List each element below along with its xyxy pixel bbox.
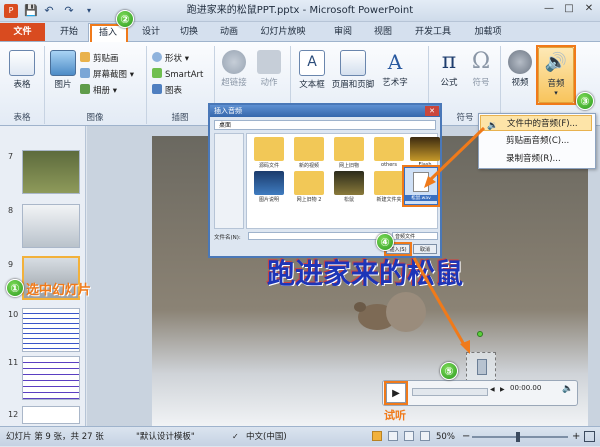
callout-arrows [412,126,486,354]
arrow-menu-to-file [428,126,486,182]
zoom-level[interactable]: 50% [436,427,455,447]
theme-status[interactable]: "默认设计模板" [136,427,195,447]
language-status[interactable]: 中文(中国) [246,427,287,447]
status-bar: 幻灯片 第 9 张，共 27 张 "默认设计模板" ✓ 中文(中国) 50% −… [0,426,600,446]
step-2-badge: ② [116,10,134,28]
slide-count-status: 幻灯片 第 9 张，共 27 张 [6,432,104,442]
step-3-badge: ③ [576,92,594,110]
reading-view-icon[interactable] [404,431,414,441]
zoom-out-icon[interactable]: − [462,427,470,447]
step-1-badge: ① [6,279,24,297]
select-slide-caption: 选中幻灯片 [26,283,92,298]
normal-view-icon[interactable] [372,431,382,441]
slideshow-view-icon[interactable] [420,431,430,441]
zoom-slider-thumb[interactable] [516,432,520,442]
zoom-slider[interactable] [472,436,568,438]
audition-caption: 试听 [384,409,406,422]
slide-sorter-icon[interactable] [388,431,398,441]
arrow-insert-to-object [412,257,468,349]
zoom-in-icon[interactable]: + [572,427,580,447]
spellcheck-icon[interactable]: ✓ [232,427,239,447]
step-4-badge: ④ [376,233,394,251]
step-5-badge: ⑤ [440,362,458,380]
fit-window-icon[interactable] [584,431,595,442]
